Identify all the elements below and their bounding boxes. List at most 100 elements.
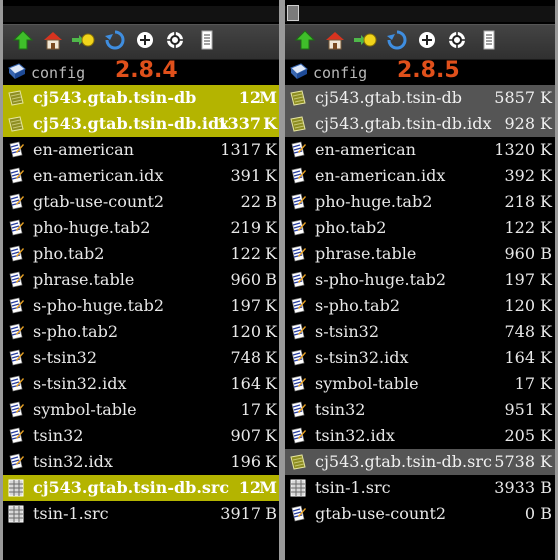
file-row[interactable]: cj543.gtab.tsin-db 12 M [3,85,279,111]
target-circle-button[interactable] [445,30,469,54]
file-size-unit: K [265,348,277,367]
file-row[interactable]: cj543.gtab.tsin-db.src 12 M [3,475,279,501]
notepad-icon [196,29,218,55]
file-size-unit: B [540,244,552,263]
file-size: 218 [504,192,535,211]
package-icon [289,115,307,133]
file-row[interactable]: tsin32 951 K [285,397,555,423]
file-row[interactable]: tsin32.idx 196 K [3,449,279,475]
file-row[interactable]: cj543.gtab.tsin-db.src 5738 K [285,449,555,475]
file-row[interactable]: en-american 1317 K [3,137,279,163]
file-row[interactable]: gtab-use-count2 22 B [3,189,279,215]
file-row[interactable]: phrase.table 960 B [3,267,279,293]
file-size: 205 [504,426,535,445]
bookmark-key-icon [71,29,95,55]
file-size: 164 [504,348,535,367]
file-size-unit: K [540,114,552,133]
file-row[interactable]: pho.tab2 122 K [285,215,555,241]
up-arrow-button[interactable] [11,30,35,54]
file-size: 5738 [494,452,535,471]
document-icon [289,245,307,263]
file-size-unit: B [265,504,277,523]
file-size: 960 [230,270,261,289]
bookmark-key-button[interactable] [353,30,377,54]
file-size: 960 [504,244,535,263]
document-icon [7,271,25,289]
spreadsheet-icon [7,479,25,497]
file-row[interactable]: cj543.gtab.tsin-db.idx 1337 K [3,111,279,137]
toolbar [285,24,555,60]
file-row[interactable]: s-tsin32 748 K [3,345,279,371]
file-size-unit: B [540,504,552,523]
file-name: phrase.table [315,244,417,263]
document-icon [7,323,25,341]
document-icon [289,297,307,315]
file-row[interactable]: s-tsin32.idx 164 K [285,345,555,371]
file-row[interactable]: s-tsin32 748 K [285,319,555,345]
version-label: 2.8.5 [397,58,460,83]
file-name: s-pho-huge.tab2 [315,270,446,289]
file-size-unit: B [265,192,277,211]
file-name: s-tsin32 [315,322,380,341]
file-size-unit: K [540,166,552,185]
refresh-button[interactable] [103,30,127,54]
file-name: en-american.idx [315,166,446,185]
file-row[interactable]: pho.tab2 122 K [3,241,279,267]
file-row[interactable]: tsin32.idx 205 K [285,423,555,449]
target-circle-button[interactable] [163,30,187,54]
file-size-unit: K [540,400,552,419]
file-name: s-pho.tab2 [315,296,400,315]
path-bar: config 2.8.5 [285,58,555,85]
file-name: cj543.gtab.tsin-db.src [315,452,492,471]
file-row[interactable]: phrase.table 960 B [285,241,555,267]
notepad-button[interactable] [195,30,219,54]
file-row[interactable]: symbol-table 17 K [285,371,555,397]
file-row[interactable]: cj543.gtab.tsin-db.idx 928 K [285,111,555,137]
file-row[interactable]: s-pho.tab2 120 K [3,319,279,345]
file-row[interactable]: en-american 1320 K [285,137,555,163]
document-icon [7,427,25,445]
home-button[interactable] [41,30,65,54]
file-row[interactable]: tsin-1.src 3917 B [3,501,279,527]
refresh-button[interactable] [385,30,409,54]
file-name: gtab-use-count2 [315,504,447,523]
current-path[interactable]: config [313,64,367,82]
file-row[interactable]: s-pho-huge.tab2 197 K [3,293,279,319]
current-path[interactable]: config [31,64,85,82]
file-size: 17 [514,374,535,393]
file-row[interactable]: cj543.gtab.tsin-db 5857 K [285,85,555,111]
file-name: cj543.gtab.tsin-db [33,88,197,107]
document-icon [289,375,307,393]
file-row[interactable]: s-pho-huge.tab2 197 K [285,267,555,293]
file-row[interactable]: gtab-use-count2 0 B [285,501,555,527]
up-arrow-button[interactable] [293,30,317,54]
notepad-button[interactable] [477,30,501,54]
file-row[interactable]: symbol-table 17 K [3,397,279,423]
add-circle-button[interactable] [133,30,157,54]
document-icon [289,141,307,159]
document-icon [7,193,25,211]
home-button[interactable] [323,30,347,54]
file-row[interactable]: pho-huge.tab2 219 K [3,215,279,241]
file-name: tsin-1.src [315,478,391,497]
file-row[interactable]: s-pho.tab2 120 K [285,293,555,319]
add-circle-button[interactable] [415,30,439,54]
file-row[interactable]: en-american.idx 391 K [3,163,279,189]
home-icon [42,29,64,55]
package-icon [289,89,307,107]
file-row[interactable]: en-american.idx 392 K [285,163,555,189]
file-size-unit: K [265,400,277,419]
file-row[interactable]: pho-huge.tab2 218 K [285,189,555,215]
file-row[interactable]: s-tsin32.idx 164 K [3,371,279,397]
file-size: 3917 [220,504,261,523]
file-size-unit: K [540,426,552,445]
bookmark-key-button[interactable] [71,30,95,54]
file-name: tsin32 [33,426,84,445]
document-icon [7,141,25,159]
right-file-pane: config 2.8.5 cj543.gtab.tsin-db 5857 Kcj54… [285,0,555,560]
file-row[interactable]: tsin32 907 K [3,423,279,449]
package-icon [7,115,25,133]
file-row[interactable]: tsin-1.src 3933 B [285,475,555,501]
target-circle-icon [164,29,186,55]
file-size-unit: K [540,270,552,289]
